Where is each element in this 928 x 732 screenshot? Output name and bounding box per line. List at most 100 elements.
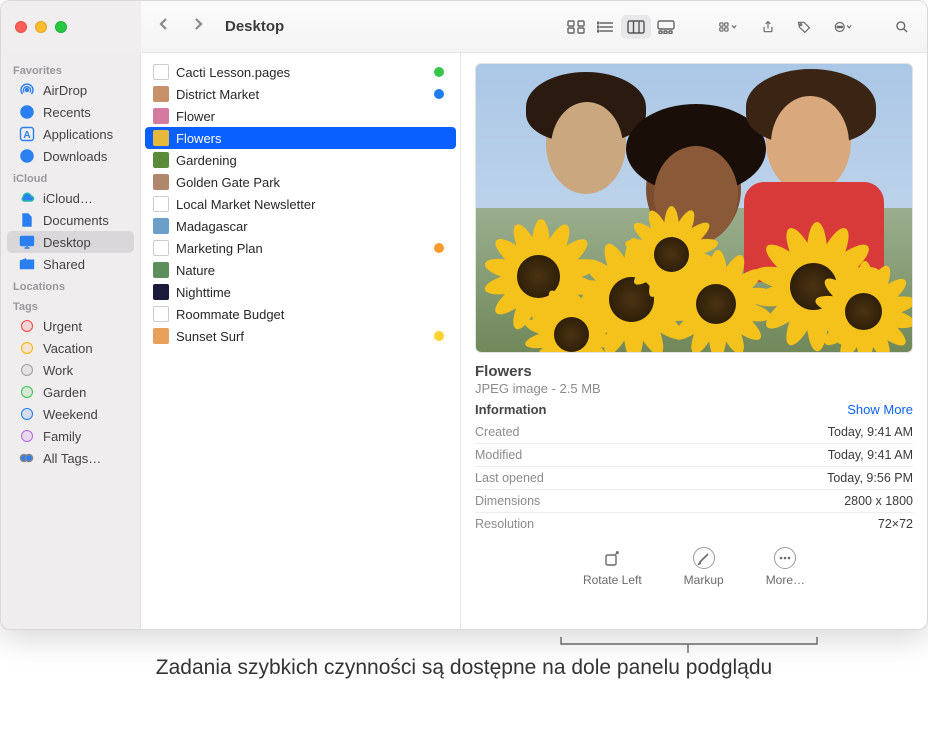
close-window-button[interactable]	[15, 21, 27, 33]
tag-dot-icon	[19, 318, 35, 334]
window-title: Desktop	[225, 18, 284, 35]
view-list-button[interactable]	[591, 15, 621, 39]
file-thumbnail-icon	[153, 196, 169, 212]
zoom-window-button[interactable]	[55, 21, 67, 33]
cloud-icon	[19, 190, 35, 206]
quick-action-rotate-left[interactable]: Rotate Left	[583, 547, 642, 587]
file-thumbnail-icon	[153, 328, 169, 344]
search-button[interactable]	[887, 15, 917, 39]
info-value: 72×72	[878, 517, 913, 531]
info-key: Dimensions	[475, 494, 540, 508]
downloads-icon	[19, 148, 35, 164]
sidebar-item-shared[interactable]: Shared	[7, 253, 134, 275]
view-icons-button[interactable]	[561, 15, 591, 39]
tag-dot-icon	[19, 340, 35, 356]
file-label: Golden Gate Park	[176, 175, 280, 190]
desktop-icon	[19, 234, 35, 250]
sidebar: FavoritesAirDropRecentsAApplicationsDown…	[1, 53, 141, 629]
apps-icon: A	[19, 126, 35, 142]
sidebar-item-downloads[interactable]: Downloads	[7, 145, 134, 167]
info-key: Created	[475, 425, 519, 439]
quick-actions: Rotate Left Markup More…	[475, 547, 913, 587]
file-label: Local Market Newsletter	[176, 197, 315, 212]
file-label: District Market	[176, 87, 259, 102]
back-button[interactable]	[157, 17, 171, 36]
shared-icon	[19, 256, 35, 272]
show-more-link[interactable]: Show More	[847, 402, 913, 417]
documents-icon	[19, 212, 35, 228]
tag-dot-icon	[19, 406, 35, 422]
file-row[interactable]: Sunset Surf	[145, 325, 456, 347]
file-row[interactable]: Nighttime	[145, 281, 456, 303]
file-row[interactable]: District Market	[145, 83, 456, 105]
sidebar-item-all-tags-[interactable]: All Tags…	[7, 447, 134, 469]
info-value: Today, 9:41 AM	[828, 425, 913, 439]
file-row[interactable]: Madagascar	[145, 215, 456, 237]
file-row[interactable]: Golden Gate Park	[145, 171, 456, 193]
info-row: Created Today, 9:41 AM	[475, 421, 913, 443]
svg-text:A: A	[23, 130, 30, 141]
file-tag-dot	[434, 89, 444, 99]
file-thumbnail-icon	[153, 64, 169, 80]
sidebar-item-weekend[interactable]: Weekend	[7, 403, 134, 425]
preview-title: Flowers	[475, 363, 913, 380]
quick-action-label: More…	[766, 573, 805, 587]
info-header: Information	[475, 402, 547, 417]
sidebar-item-icloud-[interactable]: iCloud…	[7, 187, 134, 209]
info-key: Modified	[475, 448, 522, 462]
file-label: Sunset Surf	[176, 329, 244, 344]
group-button[interactable]	[709, 15, 747, 39]
sidebar-item-label: Shared	[43, 257, 85, 272]
sidebar-item-urgent[interactable]: Urgent	[7, 315, 134, 337]
file-label: Marketing Plan	[176, 241, 263, 256]
quick-action-more[interactable]: More…	[766, 547, 805, 587]
sidebar-item-airdrop[interactable]: AirDrop	[7, 79, 134, 101]
window-controls	[1, 1, 141, 53]
file-row[interactable]: Flower	[145, 105, 456, 127]
file-tag-dot	[434, 243, 444, 253]
sidebar-item-desktop[interactable]: Desktop	[7, 231, 134, 253]
info-row: Resolution72×72	[475, 512, 913, 535]
sidebar-item-family[interactable]: Family	[7, 425, 134, 447]
sidebar-header: Locations	[1, 275, 140, 295]
share-button[interactable]	[753, 15, 783, 39]
sidebar-item-garden[interactable]: Garden	[7, 381, 134, 403]
file-label: Roommate Budget	[176, 307, 284, 322]
file-row[interactable]: Nature	[145, 259, 456, 281]
file-thumbnail-icon	[153, 218, 169, 234]
sidebar-item-label: Recents	[43, 105, 91, 120]
view-gallery-button[interactable]	[651, 15, 681, 39]
more-icon	[774, 547, 796, 569]
action-button[interactable]	[825, 15, 861, 39]
tags-button[interactable]	[789, 15, 819, 39]
sidebar-item-label: Downloads	[43, 149, 107, 164]
sidebar-item-label: Garden	[43, 385, 86, 400]
sidebar-item-recents[interactable]: Recents	[7, 101, 134, 123]
alltags-icon	[19, 450, 35, 466]
file-row[interactable]: Gardening	[145, 149, 456, 171]
sidebar-item-label: Desktop	[43, 235, 91, 250]
view-columns-button[interactable]	[621, 15, 651, 39]
sidebar-item-work[interactable]: Work	[7, 359, 134, 381]
file-row[interactable]: Cacti Lesson.pages	[145, 61, 456, 83]
file-row[interactable]: Local Market Newsletter	[145, 193, 456, 215]
minimize-window-button[interactable]	[35, 21, 47, 33]
file-thumbnail-icon	[153, 86, 169, 102]
caption-bracket	[560, 634, 818, 652]
file-row[interactable]: Marketing Plan	[145, 237, 456, 259]
sidebar-item-label: AirDrop	[43, 83, 87, 98]
quick-action-markup[interactable]: Markup	[684, 547, 724, 587]
file-column: Cacti Lesson.pages District Market FlowerF…	[141, 53, 461, 629]
preview-subtitle: JPEG image - 2.5 MB	[475, 381, 913, 396]
sidebar-item-applications[interactable]: AApplications	[7, 123, 134, 145]
sidebar-item-documents[interactable]: Documents	[7, 209, 134, 231]
file-row[interactable]: Roommate Budget	[145, 303, 456, 325]
file-thumbnail-icon	[153, 152, 169, 168]
sidebar-item-vacation[interactable]: Vacation	[7, 337, 134, 359]
forward-button[interactable]	[191, 17, 205, 36]
file-row[interactable]: Flowers	[145, 127, 456, 149]
window-body: FavoritesAirDropRecentsAApplicationsDown…	[1, 53, 927, 629]
file-label: Madagascar	[176, 219, 248, 234]
tag-dot-icon	[19, 384, 35, 400]
quick-action-label: Rotate Left	[583, 573, 642, 587]
